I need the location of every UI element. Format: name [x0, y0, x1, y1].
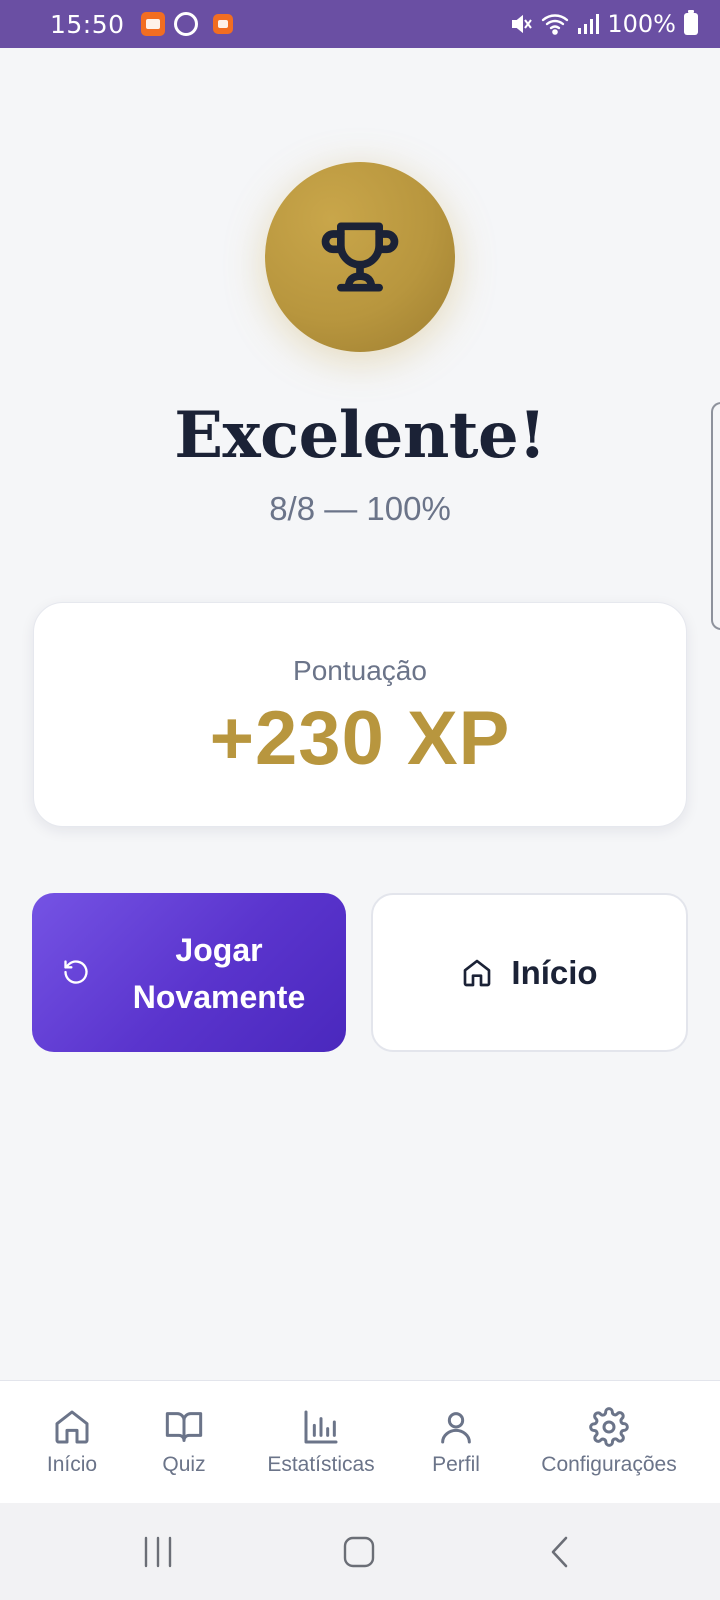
wifi-icon [542, 14, 569, 35]
home-button-label: Início [511, 953, 598, 991]
user-icon [441, 1412, 471, 1444]
xp-label: Pontuação [293, 655, 427, 686]
recents-button[interactable] [113, 1503, 203, 1600]
play-again-button[interactable]: Jogar Novamente [32, 893, 346, 1052]
bar-chart-icon [304, 1410, 338, 1444]
status-bar: 15:50 100% [0, 0, 720, 48]
tab-quiz[interactable]: Quiz [148, 1381, 220, 1504]
notification-app-icon [212, 14, 233, 34]
trophy-badge [265, 162, 455, 352]
back-button[interactable] [516, 1503, 606, 1600]
system-status-icons: 100% [509, 10, 698, 38]
book-icon [165, 1412, 203, 1442]
notification-icons [140, 12, 233, 36]
recents-icon [144, 1536, 172, 1567]
system-nav-bar [0, 1503, 720, 1600]
play-again-label: Jogar Novamente [132, 932, 306, 1015]
trophy-icon [321, 222, 399, 292]
home-button[interactable]: Início [371, 893, 688, 1052]
tab-inicio[interactable]: Início [36, 1381, 108, 1504]
bottom-tab-bar: Início Quiz Estatísticas Perfil Configur… [0, 1380, 720, 1503]
tab-configuracoes[interactable]: Configurações [534, 1381, 684, 1504]
home-icon [464, 959, 491, 986]
xp-card: Pontuação +230 XP [33, 602, 687, 827]
signal-icon [578, 14, 600, 34]
tab-label: Quiz [162, 1453, 206, 1476]
tab-label: Perfil [432, 1453, 480, 1476]
tab-estatisticas[interactable]: Estatísticas [261, 1381, 381, 1504]
mute-icon [512, 14, 533, 34]
status-time: 15:50 [50, 9, 125, 39]
tab-perfil[interactable]: Perfil [420, 1381, 492, 1504]
xp-value: +230 XP [209, 696, 511, 781]
tab-label: Estatísticas [267, 1453, 375, 1476]
tab-label: Início [46, 1453, 98, 1476]
edge-panel-handle[interactable] [711, 402, 720, 630]
battery-icon [684, 10, 698, 35]
result-title: Excelente! [174, 398, 546, 473]
refresh-icon [64, 960, 88, 984]
back-icon [551, 1536, 568, 1567]
gear-icon [589, 1407, 629, 1447]
temu-icon [140, 12, 165, 36]
home-circle-icon [343, 1536, 375, 1567]
tab-label: Configurações [541, 1453, 677, 1476]
sync-icon [173, 12, 198, 36]
battery-percent: 100% [607, 10, 676, 38]
home-icon [55, 1410, 89, 1444]
score-summary: 8/8 — 100% [269, 490, 451, 527]
home-nav-button[interactable] [314, 1503, 404, 1600]
